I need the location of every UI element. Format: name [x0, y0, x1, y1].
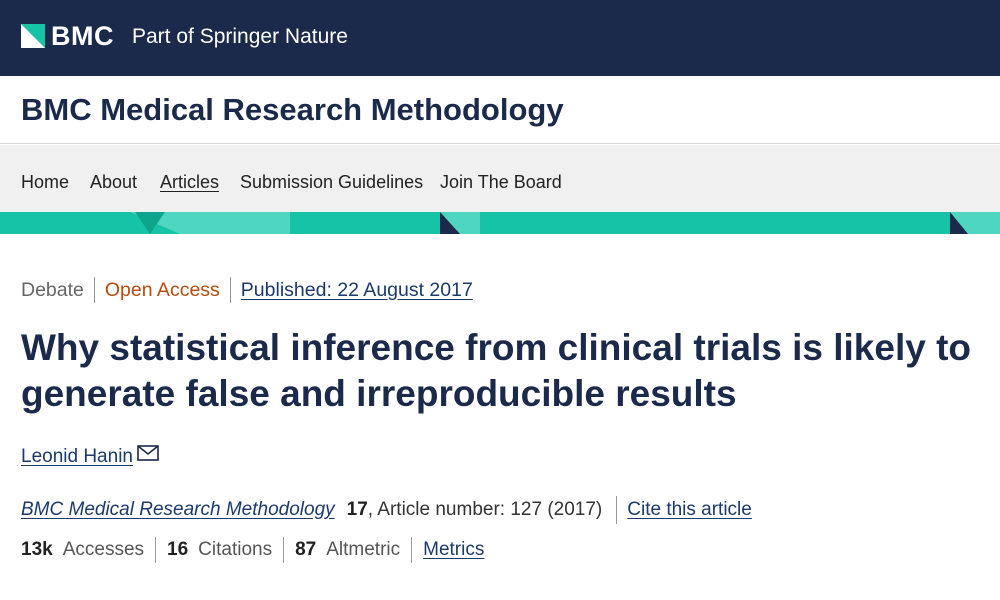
accesses-label: Accesses: [62, 539, 145, 560]
site-header: BMC Part of Springer Nature: [0, 0, 1000, 76]
article-meta: Debate Open Access Published: 22 August …: [21, 277, 473, 303]
journal-title-link[interactable]: BMC Medical Research Methodology: [21, 92, 564, 128]
altmetric-score: 87: [295, 539, 317, 560]
nav-home[interactable]: Home: [21, 171, 69, 193]
logo-text: BMC: [51, 21, 114, 51]
citation-journal-link[interactable]: BMC Medical Research Methodology: [21, 499, 335, 521]
altmetric-label: Altmetric: [326, 539, 401, 560]
divider: [616, 496, 618, 524]
bmc-logo-icon: [21, 24, 45, 48]
journal-nav: Home About Articles Submission Guideline…: [0, 145, 1000, 212]
divider: [411, 537, 413, 563]
email-icon[interactable]: [137, 445, 159, 461]
author-link[interactable]: Leonid Hanin: [21, 445, 133, 469]
article-title: Why statistical inference from clinical …: [21, 327, 972, 414]
citation-volume: 17: [346, 499, 368, 520]
nav-submission-guidelines[interactable]: Submission Guidelines: [240, 171, 423, 193]
decorative-teal-band: [0, 212, 1000, 234]
accesses-count: 13k: [21, 539, 53, 560]
citation-article-number: , Article number: 127 (2017): [367, 499, 603, 520]
bmc-logo-link[interactable]: BMC Part of Springer Nature: [21, 21, 348, 51]
band-pattern-graphic: [130, 212, 1000, 234]
article-type: Debate: [21, 278, 84, 301]
divider: [229, 277, 231, 303]
author-list: Leonid Hanin: [21, 445, 159, 469]
divider: [93, 277, 95, 303]
nav-about[interactable]: About: [90, 171, 137, 193]
article-metrics: 13k Accesses 16 Citations 87 Altmetric M…: [21, 536, 484, 564]
springer-nature-tagline: Part of Springer Nature: [132, 25, 348, 48]
cite-this-article-link[interactable]: Cite this article: [627, 499, 752, 521]
divider: [283, 537, 285, 563]
citations-count: 16: [167, 539, 189, 560]
journal-banner: BMC Medical Research Methodology: [0, 76, 1000, 144]
divider: [155, 537, 157, 563]
citations-label: Citations: [198, 539, 273, 560]
published-date-link[interactable]: Published: 22 August 2017: [241, 279, 473, 302]
citation-line: BMC Medical Research Methodology 17 , Ar…: [21, 496, 752, 524]
open-access-label: Open Access: [104, 278, 220, 301]
nav-articles[interactable]: Articles: [160, 171, 219, 193]
metrics-link[interactable]: Metrics: [423, 539, 484, 561]
nav-join-the-board[interactable]: Join The Board: [440, 171, 562, 193]
